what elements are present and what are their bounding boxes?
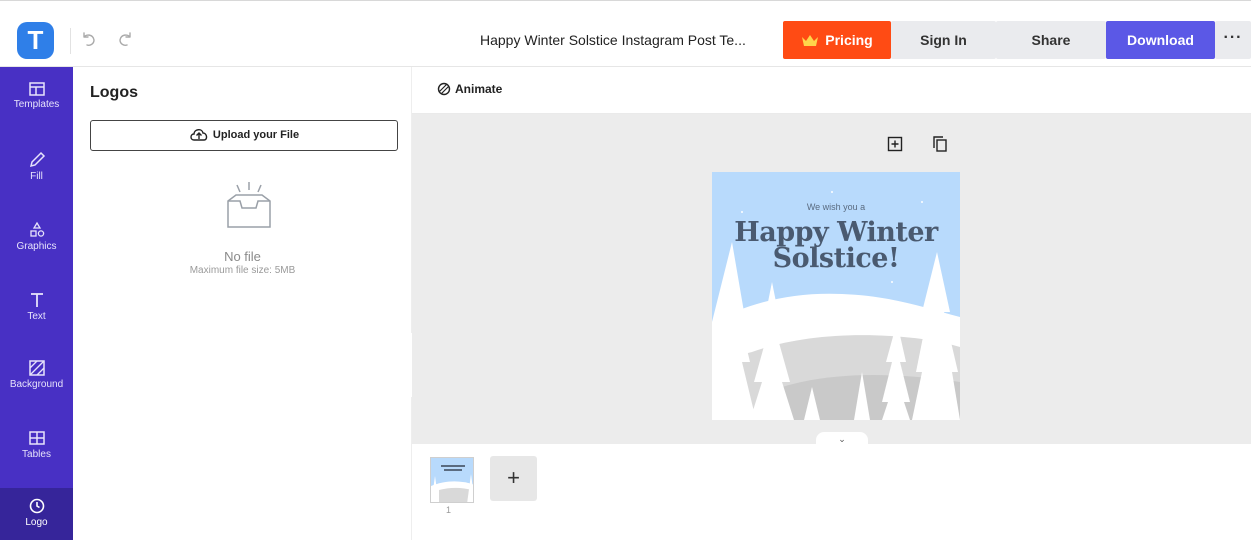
table-icon: [28, 431, 45, 445]
share-button[interactable]: Share: [996, 21, 1106, 59]
pricing-button[interactable]: Pricing: [783, 21, 891, 59]
canvas-workspace: We wish you a Happy Winter Solstice! ⌄: [412, 114, 1251, 444]
more-options-button[interactable]: ···: [1215, 21, 1251, 59]
sidebar-item-fill[interactable]: Fill: [0, 151, 73, 220]
sidebar: Templates Fill Graphics Text Background …: [0, 67, 73, 540]
sidebar-item-label: Fill: [30, 171, 43, 182]
sidebar-item-label: Logo: [25, 517, 48, 528]
animate-label: Animate: [455, 82, 503, 96]
sidebar-item-text[interactable]: Text: [0, 291, 73, 360]
poster-subtitle[interactable]: We wish you a: [712, 202, 960, 212]
expand-pages-button[interactable]: ⌄: [816, 432, 868, 444]
duplicate-icon[interactable]: [932, 136, 948, 152]
shapes-icon: [29, 221, 44, 237]
background-icon: [28, 360, 45, 376]
sidebar-item-background[interactable]: Background: [0, 359, 73, 428]
logos-panel: Logos Upload your File No file Maximum f…: [73, 67, 412, 540]
add-page-icon[interactable]: [887, 136, 903, 152]
download-button[interactable]: Download: [1106, 21, 1215, 59]
redo-icon[interactable]: [116, 31, 134, 49]
sidebar-item-label: Templates: [13, 99, 60, 110]
sidebar-item-label: Graphics: [16, 241, 57, 252]
sidebar-item-label: Tables: [22, 449, 51, 460]
animate-button[interactable]: Animate: [437, 82, 502, 96]
add-page-button[interactable]: +: [490, 456, 537, 501]
sidebar-item-label: Background: [9, 379, 64, 390]
templates-icon: [28, 82, 45, 96]
upload-file-button[interactable]: Upload your File: [90, 120, 398, 151]
page-thumbnail[interactable]: [430, 457, 474, 503]
cloud-upload-icon: [190, 129, 208, 141]
design-canvas[interactable]: We wish you a Happy Winter Solstice!: [712, 172, 960, 420]
panel-title: Logos: [90, 84, 138, 101]
sidebar-item-label: Text: [27, 311, 46, 322]
undo-icon[interactable]: [80, 31, 98, 49]
canvas-toolbar: Animate: [412, 67, 1251, 114]
editor-app: T Happy Winter Solstice Instagram Post T…: [0, 0, 1251, 540]
empty-inbox-icon: [227, 182, 271, 228]
document-title[interactable]: Happy Winter Solstice Instagram Post Te.…: [480, 32, 746, 48]
sidebar-item-logo[interactable]: Logo: [0, 488, 73, 540]
text-icon: [30, 293, 43, 307]
pricing-label: Pricing: [825, 32, 873, 48]
page-number: 1: [446, 505, 452, 515]
sidebar-item-graphics[interactable]: Graphics: [0, 221, 73, 290]
crown-icon: [802, 35, 819, 46]
chevron-down-icon: ⌄: [838, 434, 846, 444]
empty-state-text: No file: [224, 249, 261, 264]
top-bar: T Happy Winter Solstice Instagram Post T…: [0, 0, 1251, 67]
page-thumbnail-image: [431, 458, 473, 502]
upload-label: Upload your File: [212, 129, 300, 141]
animate-icon: [437, 82, 451, 96]
divider: [70, 28, 71, 54]
logo-icon: [29, 498, 44, 514]
pages-strip: 1 +: [412, 444, 1251, 540]
max-file-size-text: Maximum file size: 5MB: [189, 265, 296, 276]
sign-in-button[interactable]: Sign In: [891, 21, 996, 59]
poster-title-line-2[interactable]: Solstice!: [712, 243, 960, 274]
app-logo[interactable]: T: [17, 22, 54, 59]
sidebar-item-templates[interactable]: Templates: [0, 81, 73, 150]
pencil-icon: [29, 151, 45, 168]
